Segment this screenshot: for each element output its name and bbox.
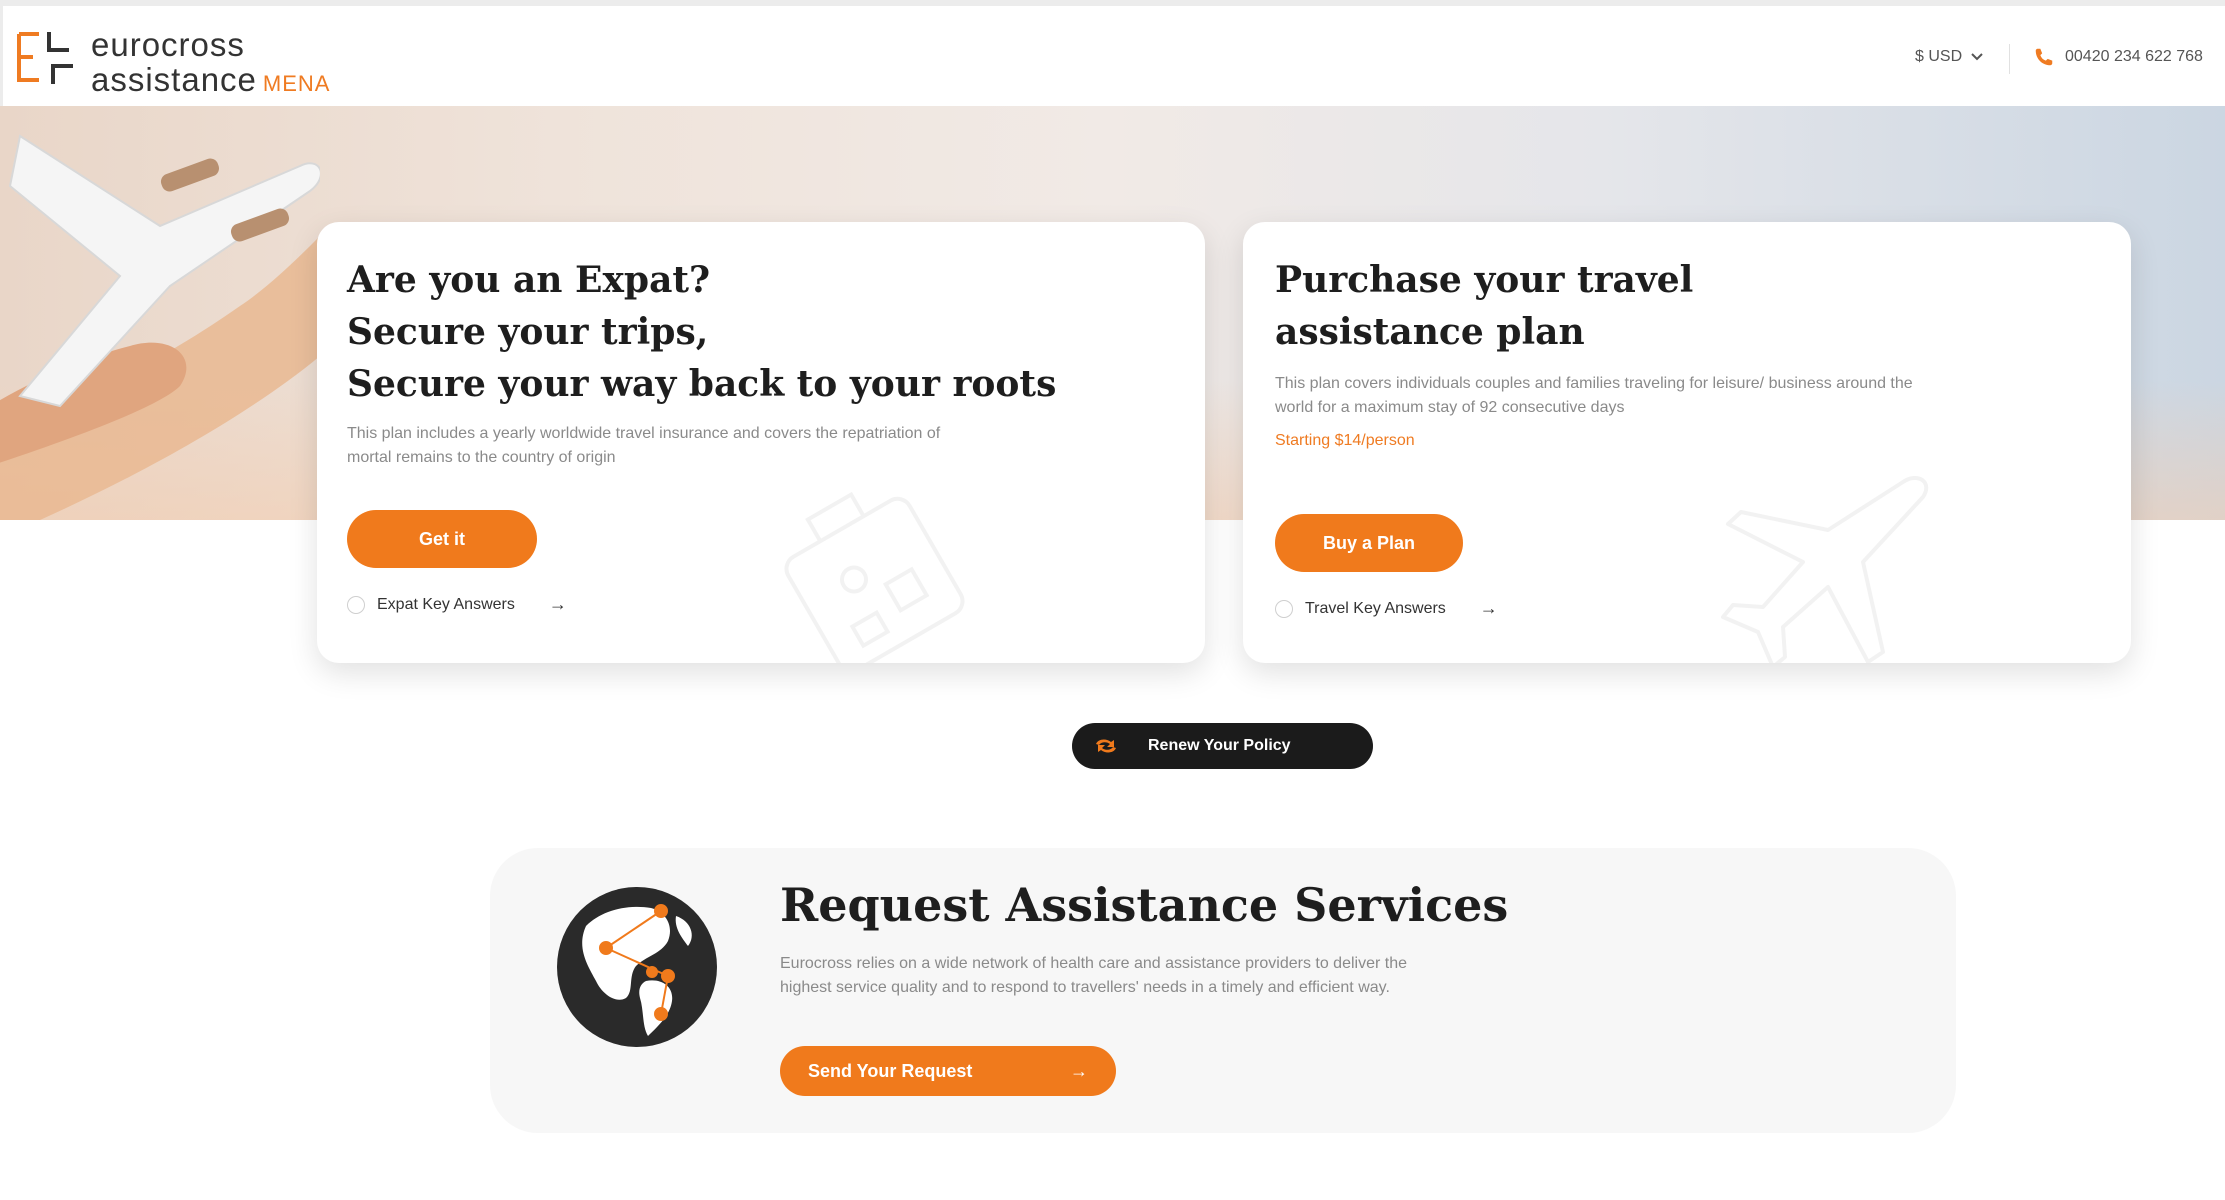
refresh-icon <box>1096 739 1116 753</box>
travel-card: Purchase your travel assistance plan Thi… <box>1243 222 2131 663</box>
airplane-hand-image <box>0 134 320 520</box>
buy-a-plan-button[interactable]: Buy a Plan <box>1275 514 1463 572</box>
travel-title-line-2: assistance plan <box>1275 311 1585 353</box>
expat-title: Are you an Expat? Secure your trips, Sec… <box>347 254 1056 410</box>
travel-description: This plan covers individuals couples and… <box>1275 375 1913 416</box>
arrow-right-icon: → <box>1479 598 1498 618</box>
phone-number: 00420 234 622 768 <box>2065 48 2203 65</box>
request-description: Eurocross relies on a wide network of he… <box>780 955 1407 996</box>
radio-dot-icon <box>347 595 365 614</box>
logo-line-1: eurocross <box>91 26 245 63</box>
get-it-button[interactable]: Get it <box>347 510 537 568</box>
send-your-request-label: Send Your Request <box>808 1060 973 1081</box>
currency-label: $ USD <box>1915 48 1963 65</box>
travel-price: Starting $14/person <box>1275 432 1415 449</box>
logo-text: eurocross assistance MENA <box>91 28 330 96</box>
luggage-icon <box>784 491 965 663</box>
renew-policy-button[interactable]: Renew Your Policy <box>1072 723 1373 769</box>
header-divider <box>2009 44 2010 74</box>
site-header: eurocross assistance MENA $ USD 00420 234… <box>0 0 2225 106</box>
logo-mark-icon <box>17 32 73 84</box>
expat-card: Are you an Expat? Secure your trips, Sec… <box>317 222 1205 663</box>
expat-key-answers-link[interactable]: Expat Key Answers → <box>347 594 567 615</box>
expat-title-line-1: Are you an Expat? <box>347 259 711 301</box>
send-your-request-button[interactable]: Send Your Request → <box>780 1046 1116 1096</box>
expat-title-line-3: Secure your way back to your roots <box>347 363 1057 405</box>
expat-title-line-2: Secure your trips, <box>347 311 709 353</box>
request-title: Request Assistance Services <box>780 878 1509 932</box>
chevron-down-icon <box>1971 53 1983 61</box>
arrow-right-icon: → <box>548 594 567 614</box>
travel-key-answers-label: Travel Key Answers <box>1305 599 1446 617</box>
phone-icon <box>2035 48 2053 66</box>
currency-selector[interactable]: $ USD <box>1915 48 1984 66</box>
renew-policy-label: Renew Your Policy <box>1148 737 1291 754</box>
logo-region: MENA <box>262 71 331 96</box>
travel-title-line-1: Purchase your travel <box>1275 259 1694 301</box>
globe-icon <box>557 887 717 1047</box>
logo[interactable]: eurocross assistance MENA <box>15 28 330 96</box>
phone-link[interactable]: 00420 234 622 768 <box>2033 46 2203 68</box>
expat-key-answers-label: Expat Key Answers <box>377 595 515 613</box>
radio-dot-icon <box>1275 599 1293 618</box>
logo-line-2-text: assistance <box>91 61 257 98</box>
arrow-right-icon: → <box>1070 1060 1088 1081</box>
travel-title: Purchase your travel assistance plan <box>1275 254 1693 358</box>
airplane-icon <box>1721 476 1929 663</box>
logo-line-2: assistance MENA <box>91 63 330 96</box>
travel-key-answers-link[interactable]: Travel Key Answers → <box>1275 598 1498 619</box>
